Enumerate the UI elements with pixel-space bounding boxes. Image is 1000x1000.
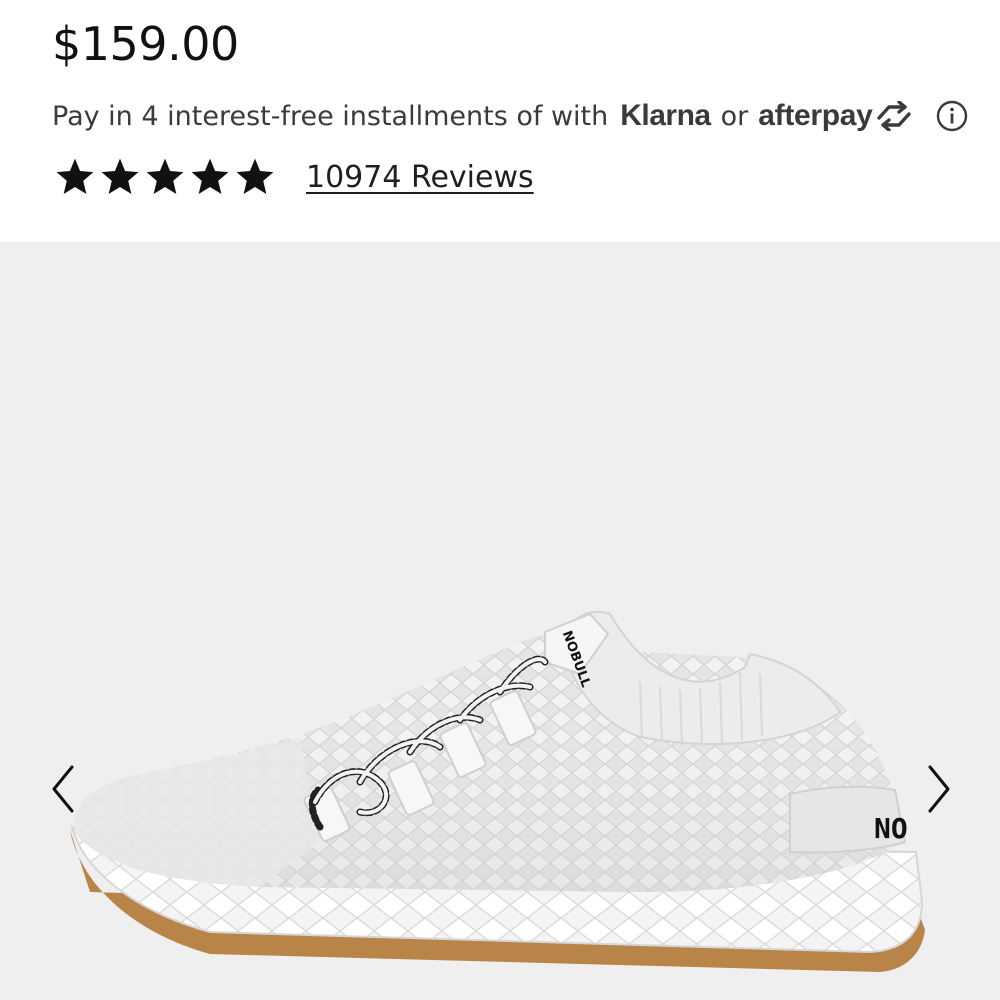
rating-row: 10974 Reviews [54, 152, 534, 202]
afterpay-logo[interactable]: afterpay [758, 99, 912, 133]
afterpay-label: afterpay [758, 99, 873, 132]
product-page: $159.00 Pay in 4 interest-free installme… [0, 0, 1000, 1000]
star-icon [146, 158, 184, 194]
heel-brand-mark: NO [874, 812, 908, 845]
reviews-link[interactable]: 10974 Reviews [306, 160, 534, 195]
installments-row: Pay in 4 interest-free installments of w… [52, 94, 913, 138]
product-image: NOBULL NO [70, 610, 925, 972]
installments-separator: or [720, 100, 749, 132]
product-price: $159.00 [52, 17, 239, 71]
klarna-logo[interactable]: Klarna [620, 99, 711, 133]
star-rating [54, 156, 276, 198]
chevron-right-icon[interactable] [920, 759, 960, 819]
star-icon [191, 158, 229, 194]
star-icon [56, 158, 94, 194]
star-icon [236, 158, 274, 194]
product-image-gallery[interactable]: NOBULL NO [0, 242, 1000, 1000]
installments-text: Pay in 4 interest-free installments of w… [52, 100, 609, 132]
chevron-left-icon[interactable] [42, 759, 82, 819]
info-icon[interactable] [936, 100, 968, 132]
star-icon [101, 158, 139, 194]
afterpay-arrows-icon [876, 101, 911, 131]
